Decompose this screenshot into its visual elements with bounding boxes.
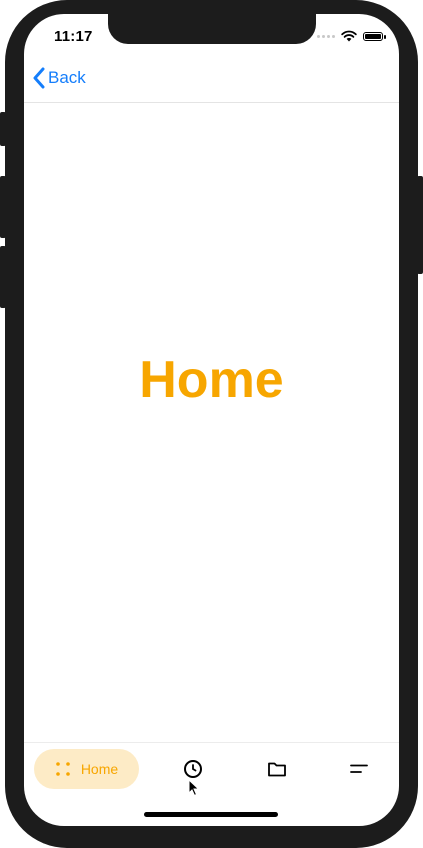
grid-dots-icon: [56, 762, 70, 776]
mouse-cursor-icon: [188, 779, 200, 797]
volume-up-button: [0, 176, 6, 238]
clock-icon[interactable]: [181, 757, 205, 781]
menu-icon[interactable]: [347, 757, 371, 781]
status-time: 11:17: [54, 28, 93, 45]
status-icons: [317, 30, 386, 42]
phone-screen: 11:17 Back Home Home: [24, 14, 399, 826]
back-label: Back: [48, 68, 86, 87]
page-title: Home: [139, 351, 284, 409]
back-button[interactable]: Back: [32, 67, 86, 89]
tab-home[interactable]: Home: [34, 749, 139, 789]
wifi-icon: [341, 30, 357, 42]
home-indicator: [144, 812, 278, 817]
volume-down-button: [0, 246, 6, 308]
navigation-bar: Back: [24, 58, 399, 103]
notch: [108, 14, 316, 44]
tab-home-label: Home: [80, 761, 119, 777]
battery-icon: [363, 31, 386, 41]
power-button: [417, 176, 423, 274]
signal-icon: [317, 34, 335, 38]
main-content: Home: [24, 103, 399, 743]
mute-switch: [0, 112, 6, 146]
folder-icon[interactable]: [265, 757, 289, 781]
chevron-left-icon: [33, 67, 45, 89]
